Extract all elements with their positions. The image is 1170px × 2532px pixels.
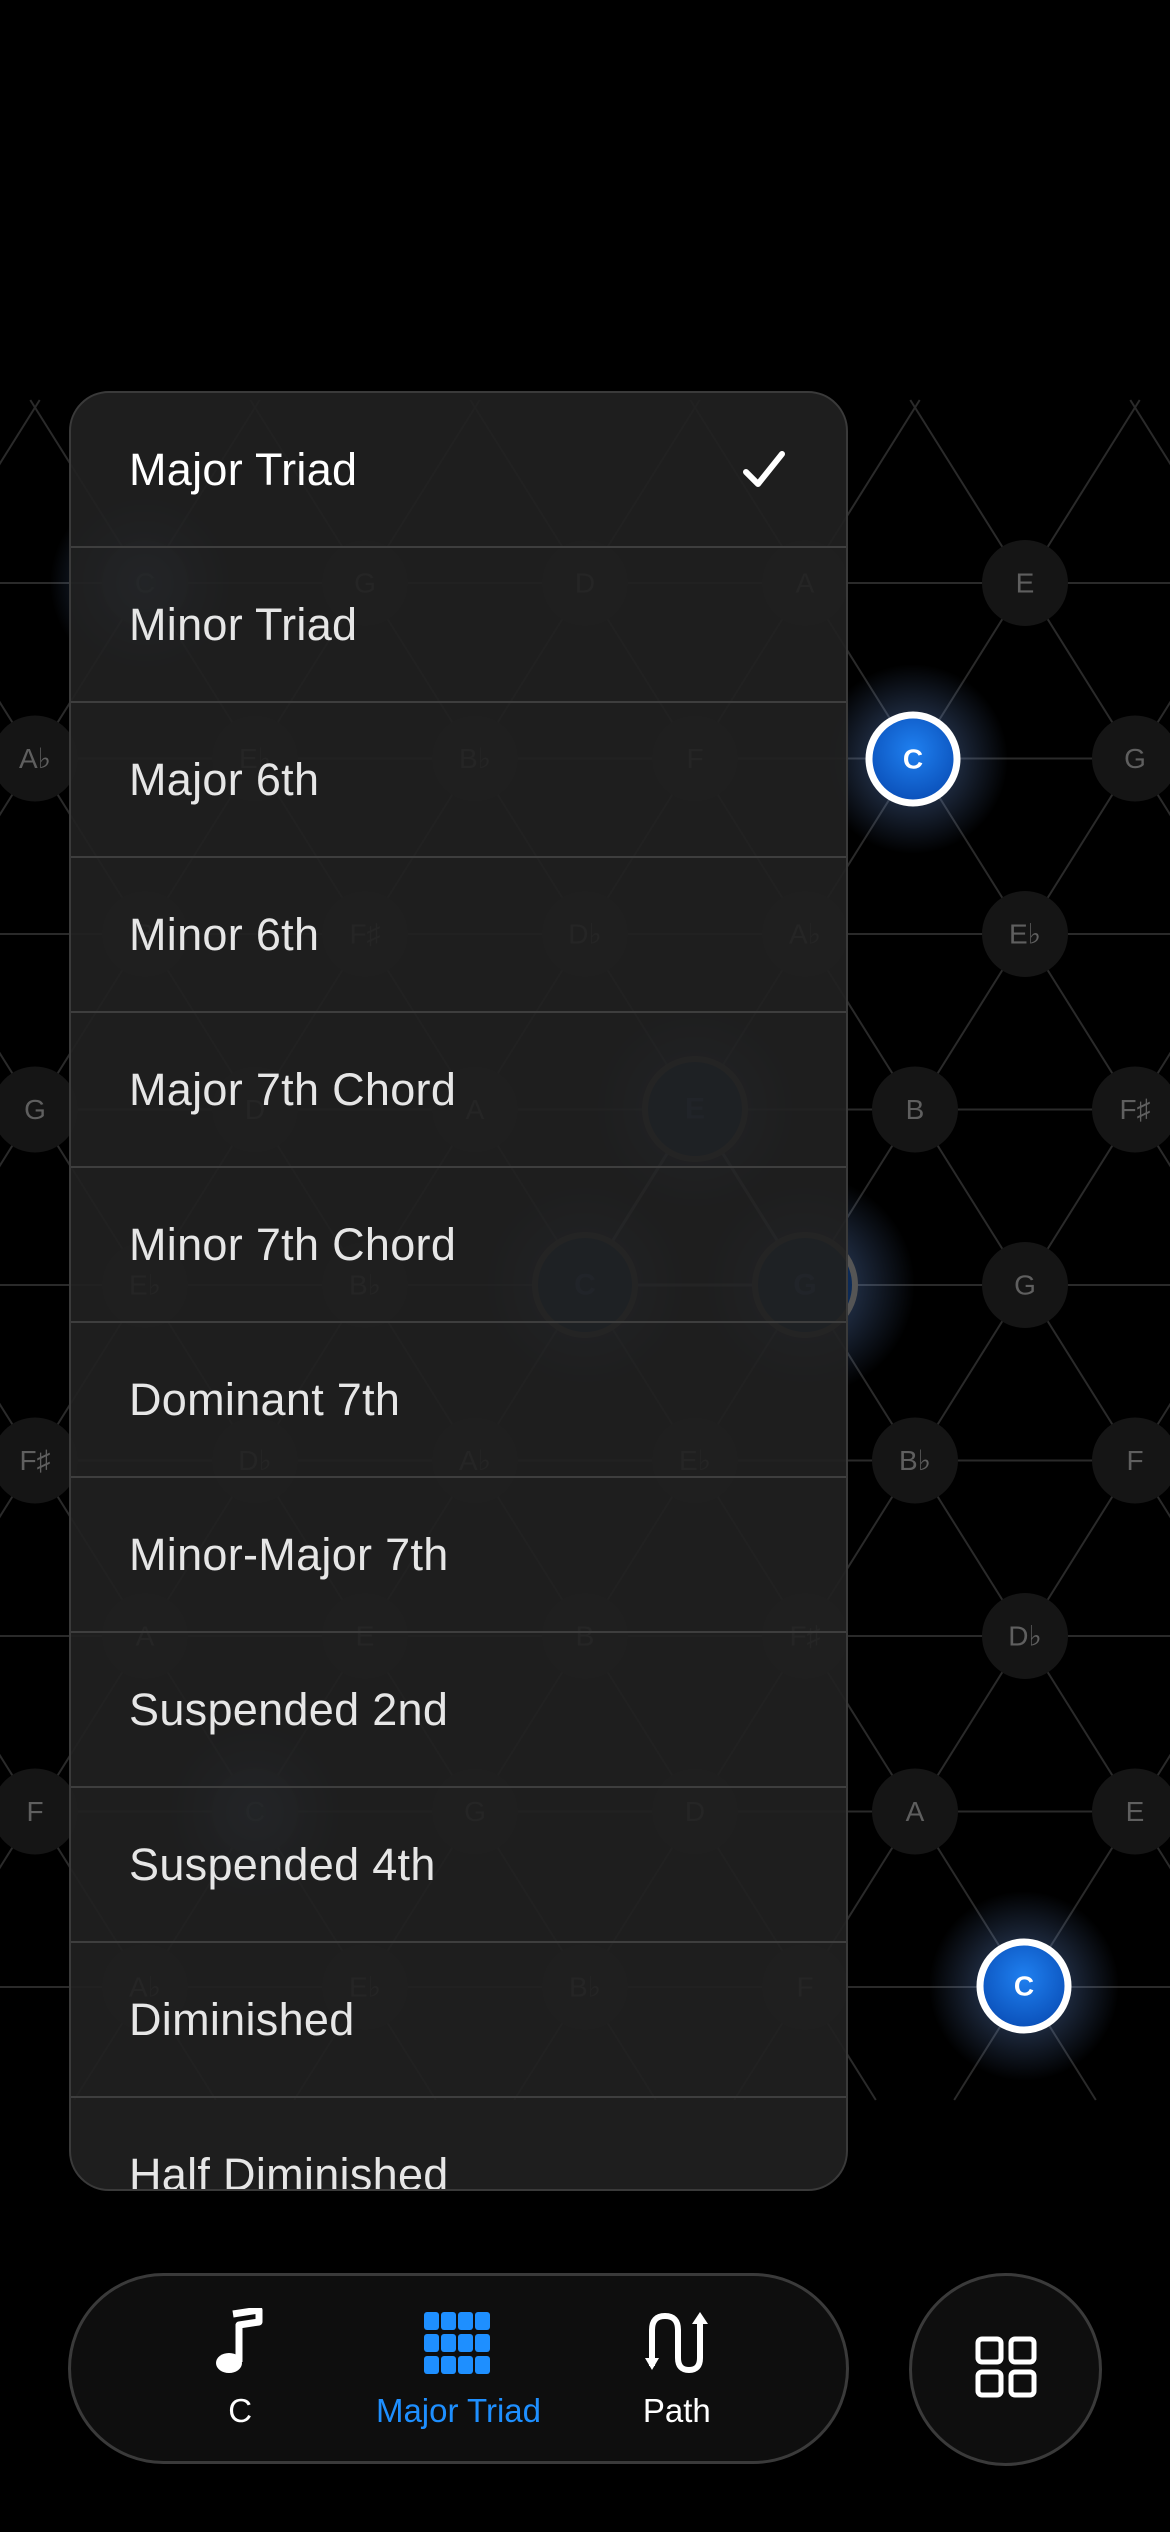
svg-text:B: B	[906, 1094, 925, 1125]
menu-item[interactable]: Minor 7th Chord	[71, 1168, 846, 1323]
root-note-tab[interactable]: C	[140, 2307, 340, 2430]
bottom-tab-bar: C Major Triad Path	[68, 2273, 849, 2464]
menu-item-label: Suspended 4th	[129, 1838, 436, 1890]
grid-dots-icon	[423, 2308, 493, 2378]
menu-item[interactable]: Half Diminished	[71, 2098, 846, 2191]
chord-type-tab[interactable]: Major Triad	[358, 2308, 558, 2430]
lattice-node[interactable]: F	[0, 1768, 78, 1855]
lattice-node[interactable]: F	[1092, 1417, 1170, 1504]
menu-item-label: Major 6th	[129, 753, 320, 805]
menu-item[interactable]: Major Triad	[71, 393, 846, 548]
svg-text:F: F	[1126, 1445, 1143, 1476]
menu-item-label: Minor Triad	[129, 598, 358, 650]
svg-text:G: G	[1014, 1270, 1036, 1301]
svg-text:A: A	[906, 1796, 925, 1827]
menu-item[interactable]: Minor Triad	[71, 548, 846, 703]
svg-text:C: C	[903, 744, 923, 775]
lattice-node[interactable]: D♭	[982, 1593, 1068, 1679]
menu-item-label: Dominant 7th	[129, 1373, 401, 1425]
lattice-node[interactable]: G	[1092, 715, 1170, 802]
lattice-node[interactable]: A♭	[0, 715, 78, 802]
menu-item[interactable]: Minor-Major 7th	[71, 1478, 846, 1633]
svg-text:F♯: F♯	[19, 1445, 50, 1476]
lattice-node[interactable]: F♯	[1092, 1066, 1170, 1153]
svg-text:G: G	[24, 1094, 46, 1125]
path-tab[interactable]: Path	[577, 2308, 777, 2430]
svg-text:D♭: D♭	[1008, 1621, 1041, 1652]
layout-grid-button[interactable]	[909, 2273, 1102, 2466]
chord-type-menu: Major Triad Minor Triad Major 6th Minor 6th…	[69, 391, 848, 2191]
chord-type-label: Major Triad	[375, 2391, 542, 2429]
menu-item-label: Major 7th Chord	[129, 1063, 457, 1115]
music-note-icon	[205, 2307, 275, 2378]
menu-item-label: Major Triad	[129, 443, 358, 495]
menu-item-label: Suspended 2nd	[129, 1683, 449, 1735]
menu-item[interactable]: Major 6th	[71, 703, 846, 858]
menu-item[interactable]: Suspended 4th	[71, 1788, 846, 1943]
lattice-node[interactable]: E♭	[982, 891, 1068, 977]
path-label: Path	[642, 2391, 711, 2429]
menu-item-label: Minor 7th Chord	[129, 1218, 457, 1270]
svg-text:C: C	[1014, 1971, 1034, 2002]
active-root-node[interactable]: C	[929, 1891, 1119, 2081]
lattice-node[interactable]: F♯	[0, 1417, 78, 1504]
lattice-node[interactable]: B	[872, 1066, 958, 1153]
menu-item-label: Half Diminished	[129, 2148, 449, 2191]
svg-text:F: F	[26, 1796, 43, 1827]
svg-text:B♭: B♭	[899, 1445, 931, 1476]
root-note-label: C	[228, 2391, 253, 2429]
lattice-node[interactable]: A	[872, 1768, 958, 1855]
menu-item[interactable]: Dominant 7th	[71, 1323, 846, 1478]
lattice-node[interactable]: G	[0, 1066, 78, 1153]
menu-item-label: Minor 6th	[129, 908, 320, 960]
menu-item[interactable]: Major 7th Chord	[71, 1013, 846, 1168]
menu-item[interactable]: Suspended 2nd	[71, 1633, 846, 1788]
checkmark-icon	[743, 450, 785, 487]
lattice-node[interactable]: E	[982, 540, 1068, 626]
lattice-node[interactable]: B♭	[872, 1417, 958, 1504]
four-squares-icon	[974, 2335, 1038, 2404]
svg-text:F♯: F♯	[1119, 1094, 1150, 1125]
path-arrows-icon	[642, 2308, 712, 2378]
svg-text:E: E	[1126, 1796, 1145, 1827]
menu-item[interactable]: Minor 6th	[71, 858, 846, 1013]
menu-item-label: Diminished	[129, 1993, 355, 2045]
menu-item[interactable]: Diminished	[71, 1943, 846, 2098]
svg-text:E♭: E♭	[1009, 919, 1041, 950]
menu-item-label: Minor-Major 7th	[129, 1528, 449, 1580]
lattice-node[interactable]: G	[982, 1242, 1068, 1328]
svg-text:G: G	[1124, 743, 1146, 774]
svg-text:A♭: A♭	[19, 743, 51, 774]
svg-text:E: E	[1016, 568, 1035, 599]
lattice-node[interactable]: E	[1092, 1768, 1170, 1855]
